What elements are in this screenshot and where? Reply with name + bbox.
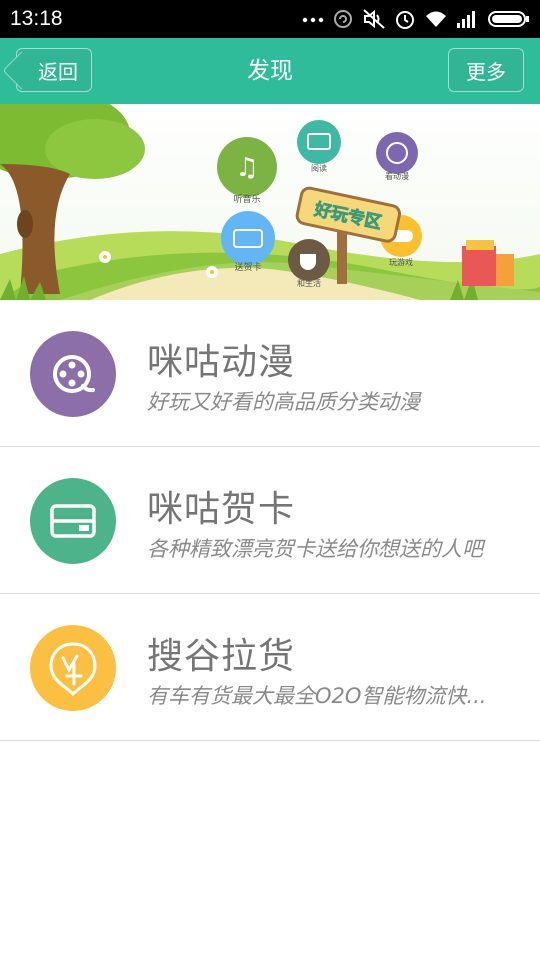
banner-game-label: 玩游戏 (389, 257, 413, 267)
battery-icon (488, 11, 529, 27)
list-item-migu-anime[interactable]: 咪咕动漫 好玩又好看的高品质分类动漫 (0, 300, 540, 447)
banner-card-label: 送贺卡 (234, 261, 261, 273)
film-reel-icon (30, 331, 116, 417)
cargo-badge-icon (30, 625, 116, 711)
svg-text:♫: ♫ (235, 153, 258, 183)
list-item-migu-card[interactable]: 咪咕贺卡 各种精致漂亮贺卡送给你想送的人吧 (0, 447, 540, 594)
mute-icon (363, 9, 385, 29)
item-title: 咪咕动漫 (147, 342, 296, 383)
discover-list: 咪咕动漫 好玩又好看的高品质分类动漫 咪咕贺卡 各种精致漂亮贺卡送给你想送的人吧… (0, 300, 540, 741)
discover-banner[interactable]: ♫ 听音乐 阅读 看动漫 送贺卡 和生活 玩游戏 好玩专区 (0, 104, 540, 300)
banner-anime-label: 看动漫 (385, 171, 409, 181)
item-desc: 各种精致漂亮贺卡送给你想送的人吧 (147, 537, 483, 561)
back-button[interactable]: 返回 (16, 48, 92, 92)
banner-life-label: 和生活 (297, 278, 321, 288)
banner-reading-label: 阅读 (311, 163, 327, 173)
card-icon (30, 478, 116, 564)
banner-music-label: 听音乐 (233, 193, 260, 205)
nav-bar: 返回 发现 更多 (0, 38, 540, 104)
signal-icon (457, 11, 475, 28)
status-bar: 13:18 (0, 0, 540, 38)
status-icons (302, 8, 530, 30)
item-desc: 有车有货最大最全O2O智能物流快... (147, 684, 487, 708)
list-item-sougu-cargo[interactable]: 搜谷拉货 有车有货最大最全O2O智能物流快... (0, 594, 540, 741)
item-title: 咪咕贺卡 (147, 489, 296, 530)
sync-icon (334, 10, 352, 28)
alarm-icon (396, 11, 414, 29)
banner-illustration: ♫ 听音乐 阅读 看动漫 送贺卡 和生活 玩游戏 好玩专区 (0, 104, 540, 300)
more-dots-icon (302, 17, 324, 23)
wifi-icon (426, 11, 446, 27)
item-title: 搜谷拉货 (147, 636, 296, 677)
back-button-label: 返回 (38, 59, 78, 84)
item-desc: 好玩又好看的高品质分类动漫 (147, 390, 420, 414)
more-button[interactable]: 更多 (448, 48, 524, 92)
status-time: 13:18 (10, 7, 63, 30)
